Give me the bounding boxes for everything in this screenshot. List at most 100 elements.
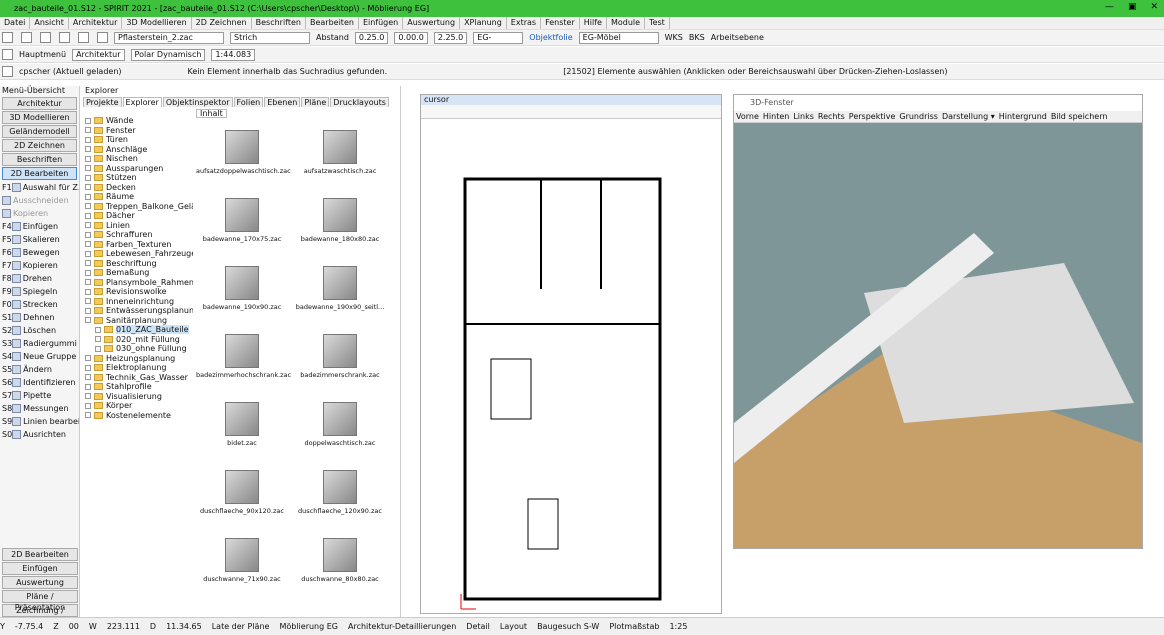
tree-item[interactable]: Türen xyxy=(81,135,193,145)
expand-icon[interactable] xyxy=(85,193,91,200)
menu-7[interactable]: Einfügen xyxy=(359,17,404,29)
bottom-category-button[interactable]: Einfügen xyxy=(2,562,78,575)
foil-select[interactable]: EG-Möbel xyxy=(578,31,659,44)
expand-icon[interactable] xyxy=(85,317,91,323)
tree-item[interactable]: Visualisierung xyxy=(81,392,193,402)
value-field-1[interactable]: 0.00.0 xyxy=(394,31,428,44)
menu-12[interactable]: Hilfe xyxy=(580,17,607,29)
tree-item[interactable]: Farben_Texturen xyxy=(81,240,193,250)
maximize-icon[interactable]: ▣ xyxy=(1128,2,1137,12)
3d-menu-item[interactable]: Darstellung ▾ xyxy=(940,112,997,121)
objektfolie-button[interactable]: Objektfolie xyxy=(529,33,572,42)
expand-icon[interactable] xyxy=(95,345,101,352)
tree-item[interactable]: Schraffuren xyxy=(81,230,193,240)
expand-icon[interactable] xyxy=(85,146,91,152)
bks-radio[interactable]: BKS xyxy=(689,33,705,42)
content-item[interactable]: badewanne_190x90.zac xyxy=(196,260,288,328)
expand-icon[interactable] xyxy=(85,260,91,266)
menu-category-button[interactable]: Architektur xyxy=(2,97,77,110)
explorer-tab[interactable]: Ebenen xyxy=(264,96,301,107)
content-item[interactable]: badezimmerhochschrank.zac xyxy=(196,328,291,396)
status-layout-select[interactable]: Layout xyxy=(500,622,527,631)
expand-icon[interactable] xyxy=(85,250,91,257)
tree-item[interactable]: Decken xyxy=(81,183,193,193)
expand-icon[interactable] xyxy=(85,288,91,295)
content-item[interactable]: duschflaeche_90x120.zac xyxy=(196,464,288,532)
tree-item[interactable]: Aussparungen xyxy=(81,164,193,174)
content-item[interactable]: aufsatzwaschtisch.zac xyxy=(294,124,386,192)
tree-item[interactable]: Linien xyxy=(81,221,193,231)
tree-item[interactable]: Dächer xyxy=(81,211,193,221)
wks-radio[interactable]: WKS xyxy=(665,33,683,42)
explorer-tab[interactable]: Folien xyxy=(233,96,264,107)
content-item[interactable]: duschwanne_80x80.zac xyxy=(294,532,386,600)
function-key-item[interactable]: F8 Drehen xyxy=(0,272,79,285)
3d-menu-item[interactable]: Grundriss xyxy=(897,112,940,121)
menu-0[interactable]: Datei xyxy=(0,17,31,29)
tree-item[interactable]: Heizungsplanung xyxy=(81,354,193,364)
bottom-category-button[interactable]: Pläne / Präsentation xyxy=(2,590,78,612)
expand-icon[interactable] xyxy=(85,127,91,133)
explorer-tab[interactable]: Projekte xyxy=(83,96,122,107)
expand-icon[interactable] xyxy=(85,222,91,228)
status-plot-scale[interactable]: 1:25 xyxy=(669,622,687,631)
menu-5[interactable]: Beschriften xyxy=(252,17,306,29)
3d-menu-item[interactable]: Rechts xyxy=(816,112,847,121)
3d-menu-item[interactable]: Bild speichern xyxy=(1049,112,1110,121)
status-detail-select[interactable]: Detail xyxy=(466,622,490,631)
content-item[interactable]: doppelwaschtisch.zac xyxy=(294,396,386,464)
function-key-item[interactable]: Ausschneiden xyxy=(0,194,79,207)
function-key-item[interactable]: F0 Strecken xyxy=(0,298,79,311)
menu-category-button[interactable]: 2D Bearbeiten xyxy=(2,167,77,180)
expand-icon[interactable] xyxy=(85,241,91,247)
function-key-item[interactable]: F4 Einfügen xyxy=(0,220,79,233)
tree-item[interactable]: 030_ohne Füllung xyxy=(81,344,193,354)
content-item[interactable]: aufsatzdoppelwaschtisch.zac xyxy=(196,124,291,192)
tree-item[interactable]: Stahlprofile xyxy=(81,382,193,392)
content-item[interactable]: badewanne_170x75.zac xyxy=(196,192,288,260)
bottom-category-button[interactable]: Auswertung xyxy=(2,576,78,589)
polar-select[interactable]: Polar Dynamisch xyxy=(130,48,206,61)
status-plan-select[interactable]: Möblierung EG xyxy=(279,622,338,631)
function-key-item[interactable]: S9 Linien bearbei... xyxy=(0,415,79,428)
minimize-icon[interactable]: — xyxy=(1105,2,1114,12)
cad-view[interactable]: cursor xyxy=(420,94,722,614)
expand-icon[interactable] xyxy=(85,307,91,314)
function-key-item[interactable]: F9 Spiegeln xyxy=(0,285,79,298)
content-item[interactable]: duschflaeche_120x90.zac xyxy=(294,464,386,532)
tree-item[interactable]: Inneneinrichtung xyxy=(81,297,193,307)
menu-3[interactable]: 3D Modellieren xyxy=(122,17,192,29)
tree-item[interactable]: Lebewesen_Fahrzeuge_Veg xyxy=(81,249,193,259)
expand-icon[interactable] xyxy=(85,203,91,209)
tree-item[interactable]: Anschläge xyxy=(81,145,193,155)
expand-icon[interactable] xyxy=(85,231,91,238)
expand-icon[interactable] xyxy=(85,155,91,162)
menu-9[interactable]: XPlanung xyxy=(460,17,507,29)
save-icon[interactable] xyxy=(40,32,51,43)
expand-icon[interactable] xyxy=(85,355,91,361)
new-icon[interactable] xyxy=(2,32,13,43)
expand-icon[interactable] xyxy=(85,364,91,371)
expand-icon[interactable] xyxy=(85,298,91,304)
content-item[interactable]: badewanne_190x90_seitl... xyxy=(294,260,386,328)
tree-item[interactable]: Fenster xyxy=(81,126,193,136)
expand-icon[interactable] xyxy=(85,269,91,276)
3d-menu-item[interactable]: Hinten xyxy=(761,112,791,121)
tree-item[interactable]: Elektroplanung xyxy=(81,363,193,373)
hauptmenu-button[interactable]: Hauptmenü xyxy=(19,50,66,59)
tree-item[interactable]: Beschriftung xyxy=(81,259,193,269)
function-key-item[interactable]: S7 Pipette xyxy=(0,389,79,402)
line-style-select[interactable]: Strich xyxy=(230,31,310,44)
tree-item[interactable]: Technik_Gas_Wasser xyxy=(81,373,193,383)
tree-item[interactable]: Bemaßung xyxy=(81,268,193,278)
expand-icon[interactable] xyxy=(95,326,101,333)
menu-category-button[interactable]: 3D Modellieren xyxy=(2,111,77,124)
open-icon[interactable] xyxy=(21,32,32,43)
tree-item[interactable]: Sanitärplanung xyxy=(81,316,193,326)
tree-item[interactable]: Treppen_Balkone_Geländer xyxy=(81,202,193,212)
function-key-item[interactable]: S6 Identifizieren xyxy=(0,376,79,389)
menu-8[interactable]: Auswertung xyxy=(403,17,461,29)
explorer-tab[interactable]: Explorer xyxy=(122,96,162,107)
menu-category-button[interactable]: 2D Zeichnen xyxy=(2,139,77,152)
expand-icon[interactable] xyxy=(85,383,91,390)
